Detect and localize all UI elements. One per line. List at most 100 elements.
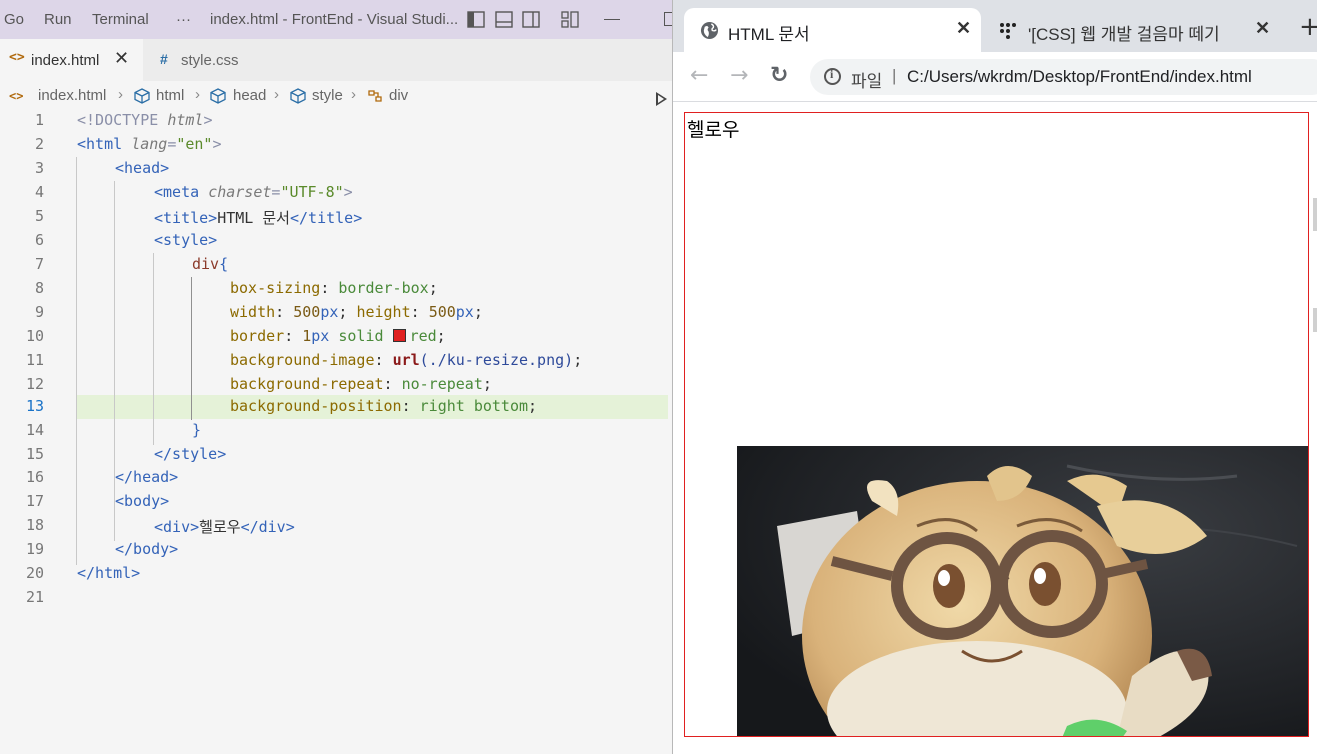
customize-layout-icon[interactable]: [561, 11, 579, 28]
menu-run[interactable]: Run: [44, 11, 72, 28]
code-token: :: [401, 397, 411, 415]
code-token: background-repeat: [230, 375, 384, 393]
browser-tab[interactable]: '[CSS] 웹 개발 걸음마 떼기 ✕: [986, 8, 1286, 52]
globe-icon: [700, 21, 719, 40]
code-line: 9 width: 500px; height: 500px;: [0, 301, 672, 325]
code-token: ;: [473, 303, 483, 321]
code-editor[interactable]: 1 <!DOCTYPE html> 2 <html lang="en"> 3 <…: [0, 109, 672, 754]
chevron-right-icon: ›: [351, 86, 356, 103]
toggle-secondary-sidebar-icon[interactable]: [522, 11, 540, 28]
address-bar[interactable]: 파일 | C:/Users/wkrdm/Desktop/FrontEnd/ind…: [810, 59, 1317, 95]
url-scheme-label: 파일: [851, 72, 883, 91]
breadcrumb-item-div[interactable]: div: [389, 87, 408, 104]
url-text[interactable]: C:/Users/wkrdm/Desktop/FrontEnd/index.ht…: [907, 67, 1252, 87]
code-token: :: [275, 303, 285, 321]
code-token: ;: [482, 375, 492, 393]
line-number: 14: [25, 421, 44, 439]
minimize-icon[interactable]: [604, 19, 620, 20]
close-icon[interactable]: ✕: [956, 18, 971, 39]
menu-go[interactable]: Go: [4, 11, 24, 28]
code-token: px: [320, 303, 339, 321]
plush-toy-photo: [737, 446, 1308, 736]
code-token: =: [167, 135, 177, 153]
code-token: "UTF-8": [280, 183, 344, 201]
code-token: 1: [302, 327, 312, 345]
code-token: <!DOCTYPE: [77, 111, 159, 129]
site-dots-icon: [1000, 23, 1016, 39]
browser-window: HTML 문서 ✕ '[CSS] 웹 개발 걸음마 떼기 ✕ + ← → ↻ 파…: [672, 0, 1317, 754]
styled-div: 헬로우: [684, 112, 1309, 737]
code-line: 5 <title>HTML 문서</title>: [0, 205, 672, 229]
chevron-right-icon: ›: [195, 86, 200, 103]
breadcrumb-item-file[interactable]: index.html: [38, 87, 106, 104]
code-token: "en": [176, 135, 213, 153]
tab-label: index.html: [31, 52, 100, 69]
code-line-active: 13 background-position: right bottom;: [0, 395, 672, 419]
browser-tab-strip: HTML 문서 ✕ '[CSS] 웹 개발 걸음마 떼기 ✕ +: [673, 0, 1317, 52]
code-line: 7 div{: [0, 253, 672, 277]
close-icon[interactable]: ✕: [114, 48, 129, 69]
menu-terminal[interactable]: Terminal: [92, 11, 149, 28]
color-swatch[interactable]: [392, 329, 406, 342]
breadcrumb-item-style[interactable]: style: [312, 87, 343, 104]
breadcrumb-item-head[interactable]: head: [233, 87, 266, 104]
code-token: </div>: [240, 518, 295, 536]
code-token: </head>: [115, 468, 179, 486]
tab-style-css[interactable]: # style.css: [143, 39, 291, 81]
browser-tab-active[interactable]: HTML 문서 ✕: [684, 8, 981, 52]
line-number: 4: [34, 183, 44, 201]
code-token: ;: [338, 303, 348, 321]
code-token: >: [212, 135, 222, 153]
close-icon[interactable]: ✕: [1255, 18, 1270, 39]
code-token: url: [392, 351, 420, 369]
code-line: 21: [0, 586, 672, 610]
breadcrumb-item-html[interactable]: html: [156, 87, 184, 104]
code-token: html: [167, 111, 204, 129]
window-title: index.html - FrontEnd - Visual Studi...: [210, 11, 459, 28]
new-tab-button[interactable]: +: [1299, 14, 1317, 40]
tab-label: style.css: [181, 52, 239, 69]
reload-button[interactable]: ↻: [770, 62, 788, 90]
code-token: :: [383, 375, 393, 393]
chevron-right-icon: ›: [274, 86, 279, 103]
code-token: background-image: [230, 351, 375, 369]
code-token: <title>: [154, 209, 218, 227]
forward-button[interactable]: →: [730, 62, 748, 90]
code-token: <html: [77, 135, 123, 153]
line-number: 18: [25, 516, 44, 534]
code-token: </title>: [289, 209, 363, 227]
code-line: 14 }: [0, 419, 672, 443]
chevron-right-icon: ›: [118, 86, 123, 103]
code-line: 3 <head>: [0, 157, 672, 181]
line-number: 21: [25, 588, 44, 606]
line-number: 12: [25, 375, 44, 393]
html-file-icon: <>: [9, 50, 25, 65]
tab-index-html[interactable]: <> index.html ✕: [0, 39, 143, 81]
editor-tab-bar: <> index.html ✕ # style.css: [0, 39, 672, 106]
code-token: 500: [293, 303, 321, 321]
code-token: ;: [573, 351, 583, 369]
code-token: px: [455, 303, 474, 321]
code-token: no-repeat: [401, 375, 483, 393]
maximize-icon[interactable]: [664, 12, 672, 26]
toggle-panel-icon[interactable]: [495, 11, 513, 28]
back-button[interactable]: ←: [690, 62, 708, 90]
element-cube-icon: [290, 88, 306, 104]
info-icon[interactable]: [824, 67, 841, 85]
toggle-primary-sidebar-icon[interactable]: [467, 11, 485, 28]
line-number: 20: [25, 564, 44, 582]
code-token: :: [374, 351, 384, 369]
browser-tab-title: '[CSS] 웹 개발 걸음마 떼기: [1028, 25, 1220, 44]
line-number: 16: [25, 468, 44, 486]
code-token: :: [410, 303, 420, 321]
code-line: 12 background-repeat: no-repeat;: [0, 373, 672, 397]
code-token: height: [356, 303, 411, 321]
line-number: 9: [34, 303, 44, 321]
breadcrumb: <> index.html › html › head › style › di…: [0, 84, 672, 108]
html-file-icon: <>: [9, 89, 24, 103]
code-token: lang: [131, 135, 168, 153]
menu-more[interactable]: ···: [176, 11, 191, 28]
line-number: 8: [34, 279, 44, 297]
code-token: :: [284, 327, 294, 345]
code-token: {: [219, 255, 229, 273]
